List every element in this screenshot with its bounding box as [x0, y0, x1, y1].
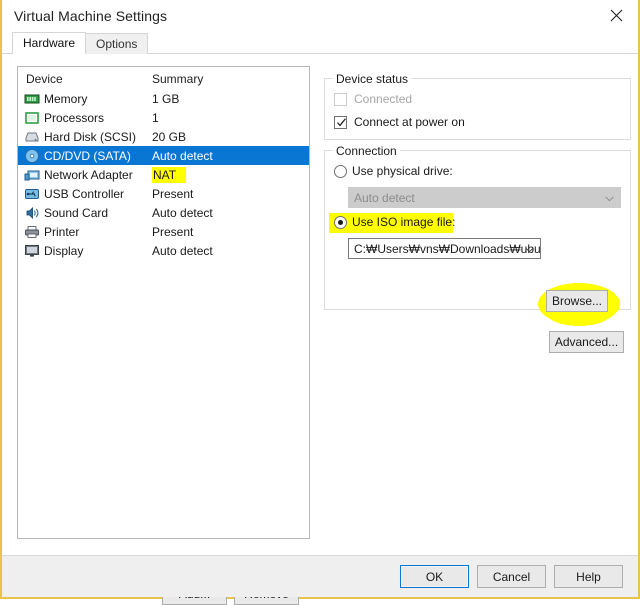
- memory-icon: [24, 94, 40, 103]
- cd-dvd-icon: [25, 148, 39, 163]
- device-name: Network Adapter: [44, 167, 133, 182]
- cancel-button[interactable]: Cancel: [477, 565, 546, 588]
- tab-options-label: Options: [96, 37, 138, 51]
- browse-button-label: Browse...: [551, 294, 602, 308]
- close-icon[interactable]: [594, 0, 638, 31]
- device-name: Hard Disk (SCSI): [44, 129, 137, 144]
- use-iso-image-file-radio[interactable]: [334, 215, 347, 229]
- device-summary: Auto detect: [152, 243, 213, 258]
- device-summary: 1: [152, 110, 159, 125]
- device-summary: Auto detect: [152, 148, 213, 163]
- advanced-button[interactable]: Advanced...: [549, 331, 624, 353]
- table-row-selected[interactable]: CD/DVD (SATA) Auto detect: [18, 146, 309, 165]
- connect-at-power-on-checkbox[interactable]: [334, 115, 347, 129]
- tab-options[interactable]: Options: [85, 33, 149, 54]
- physical-drive-value: Auto detect: [354, 190, 415, 205]
- device-summary: Present: [152, 186, 194, 201]
- use-physical-drive-label: Use physical drive:: [352, 164, 453, 178]
- table-row[interactable]: Processors 1: [18, 108, 309, 127]
- processor-icon: [25, 111, 39, 124]
- chevron-down-icon: [605, 195, 614, 201]
- tab-hardware[interactable]: Hardware: [12, 32, 87, 54]
- virtual-machine-settings-dialog: Virtual Machine Settings Hardware Option…: [0, 0, 640, 605]
- hard-disk-icon: [25, 132, 39, 141]
- browse-button[interactable]: Browse...: [546, 290, 608, 312]
- help-button[interactable]: Help: [554, 565, 623, 588]
- use-iso-image-file-row[interactable]: Use ISO image file:: [334, 215, 455, 229]
- dialog-body: Device Summary Memory 1 GB Processors 1 …: [2, 54, 638, 605]
- device-name: Sound Card: [44, 205, 109, 220]
- column-header-device: Device: [26, 72, 63, 86]
- table-row[interactable]: Display Auto detect: [18, 241, 309, 260]
- device-status-group-label: Device status: [333, 72, 412, 86]
- table-row[interactable]: Network Adapter NAT: [18, 165, 309, 184]
- tab-bar: Hardware Options: [2, 32, 638, 54]
- ok-button-label: OK: [425, 569, 444, 584]
- connection-group-label: Connection: [333, 144, 400, 158]
- printer-icon: [25, 225, 39, 238]
- device-name: Processors: [44, 110, 105, 125]
- device-name: Memory: [44, 91, 88, 106]
- table-row[interactable]: Memory 1 GB: [18, 89, 309, 108]
- connected-label: Connected: [354, 92, 413, 106]
- column-header-summary: Summary: [152, 72, 204, 86]
- device-name: CD/DVD (SATA): [44, 148, 131, 163]
- device-name: USB Controller: [44, 186, 125, 201]
- device-name: Printer: [44, 224, 80, 239]
- device-summary: 20 GB: [152, 129, 187, 144]
- help-button-label: Help: [576, 569, 601, 584]
- device-list-header: Device Summary: [18, 67, 309, 89]
- connect-at-power-on-label: Connect at power on: [354, 115, 465, 129]
- tab-hardware-label: Hardware: [23, 36, 76, 50]
- usb-controller-icon: [25, 188, 39, 199]
- device-name: Display: [44, 243, 84, 258]
- connected-checkbox-row[interactable]: Connected: [334, 92, 412, 106]
- advanced-button-label: Advanced...: [554, 335, 619, 349]
- device-summary: Present: [152, 224, 194, 239]
- cancel-button-label: Cancel: [492, 569, 531, 584]
- connect-at-power-on-row[interactable]: Connect at power on: [334, 115, 465, 129]
- device-summary: Auto detect: [152, 205, 213, 220]
- table-row[interactable]: Hard Disk (SCSI) 20 GB: [18, 127, 309, 146]
- display-icon: [25, 244, 39, 257]
- device-status-group: Device status Connected Connect at power…: [324, 72, 631, 140]
- table-row[interactable]: Printer Present: [18, 222, 309, 241]
- connected-checkbox[interactable]: [334, 92, 347, 106]
- use-iso-image-file-label: Use ISO image file:: [352, 215, 456, 229]
- sound-card-icon: [26, 206, 39, 219]
- device-summary-highlighted: NAT: [152, 166, 187, 183]
- dialog-footer: OK Cancel Help: [2, 555, 638, 597]
- ok-button[interactable]: OK: [400, 565, 469, 588]
- title-bar: Virtual Machine Settings: [2, 0, 638, 32]
- table-row[interactable]: Sound Card Auto detect: [18, 203, 309, 222]
- use-physical-drive-row[interactable]: Use physical drive:: [334, 164, 453, 178]
- device-summary: 1 GB: [152, 91, 180, 106]
- iso-path-combo[interactable]: C:₩Users₩vns₩Downloads₩ubur: [348, 238, 541, 259]
- chevron-down-icon: [525, 246, 534, 252]
- device-list[interactable]: Device Summary Memory 1 GB Processors 1 …: [17, 66, 310, 539]
- use-physical-drive-radio[interactable]: [334, 164, 347, 178]
- iso-path-value: C:₩Users₩vns₩Downloads₩ubur: [354, 241, 540, 256]
- physical-drive-combo[interactable]: Auto detect: [348, 187, 621, 208]
- page-title: Virtual Machine Settings: [14, 8, 168, 24]
- network-adapter-icon: [24, 170, 40, 180]
- table-row[interactable]: USB Controller Present: [18, 184, 309, 203]
